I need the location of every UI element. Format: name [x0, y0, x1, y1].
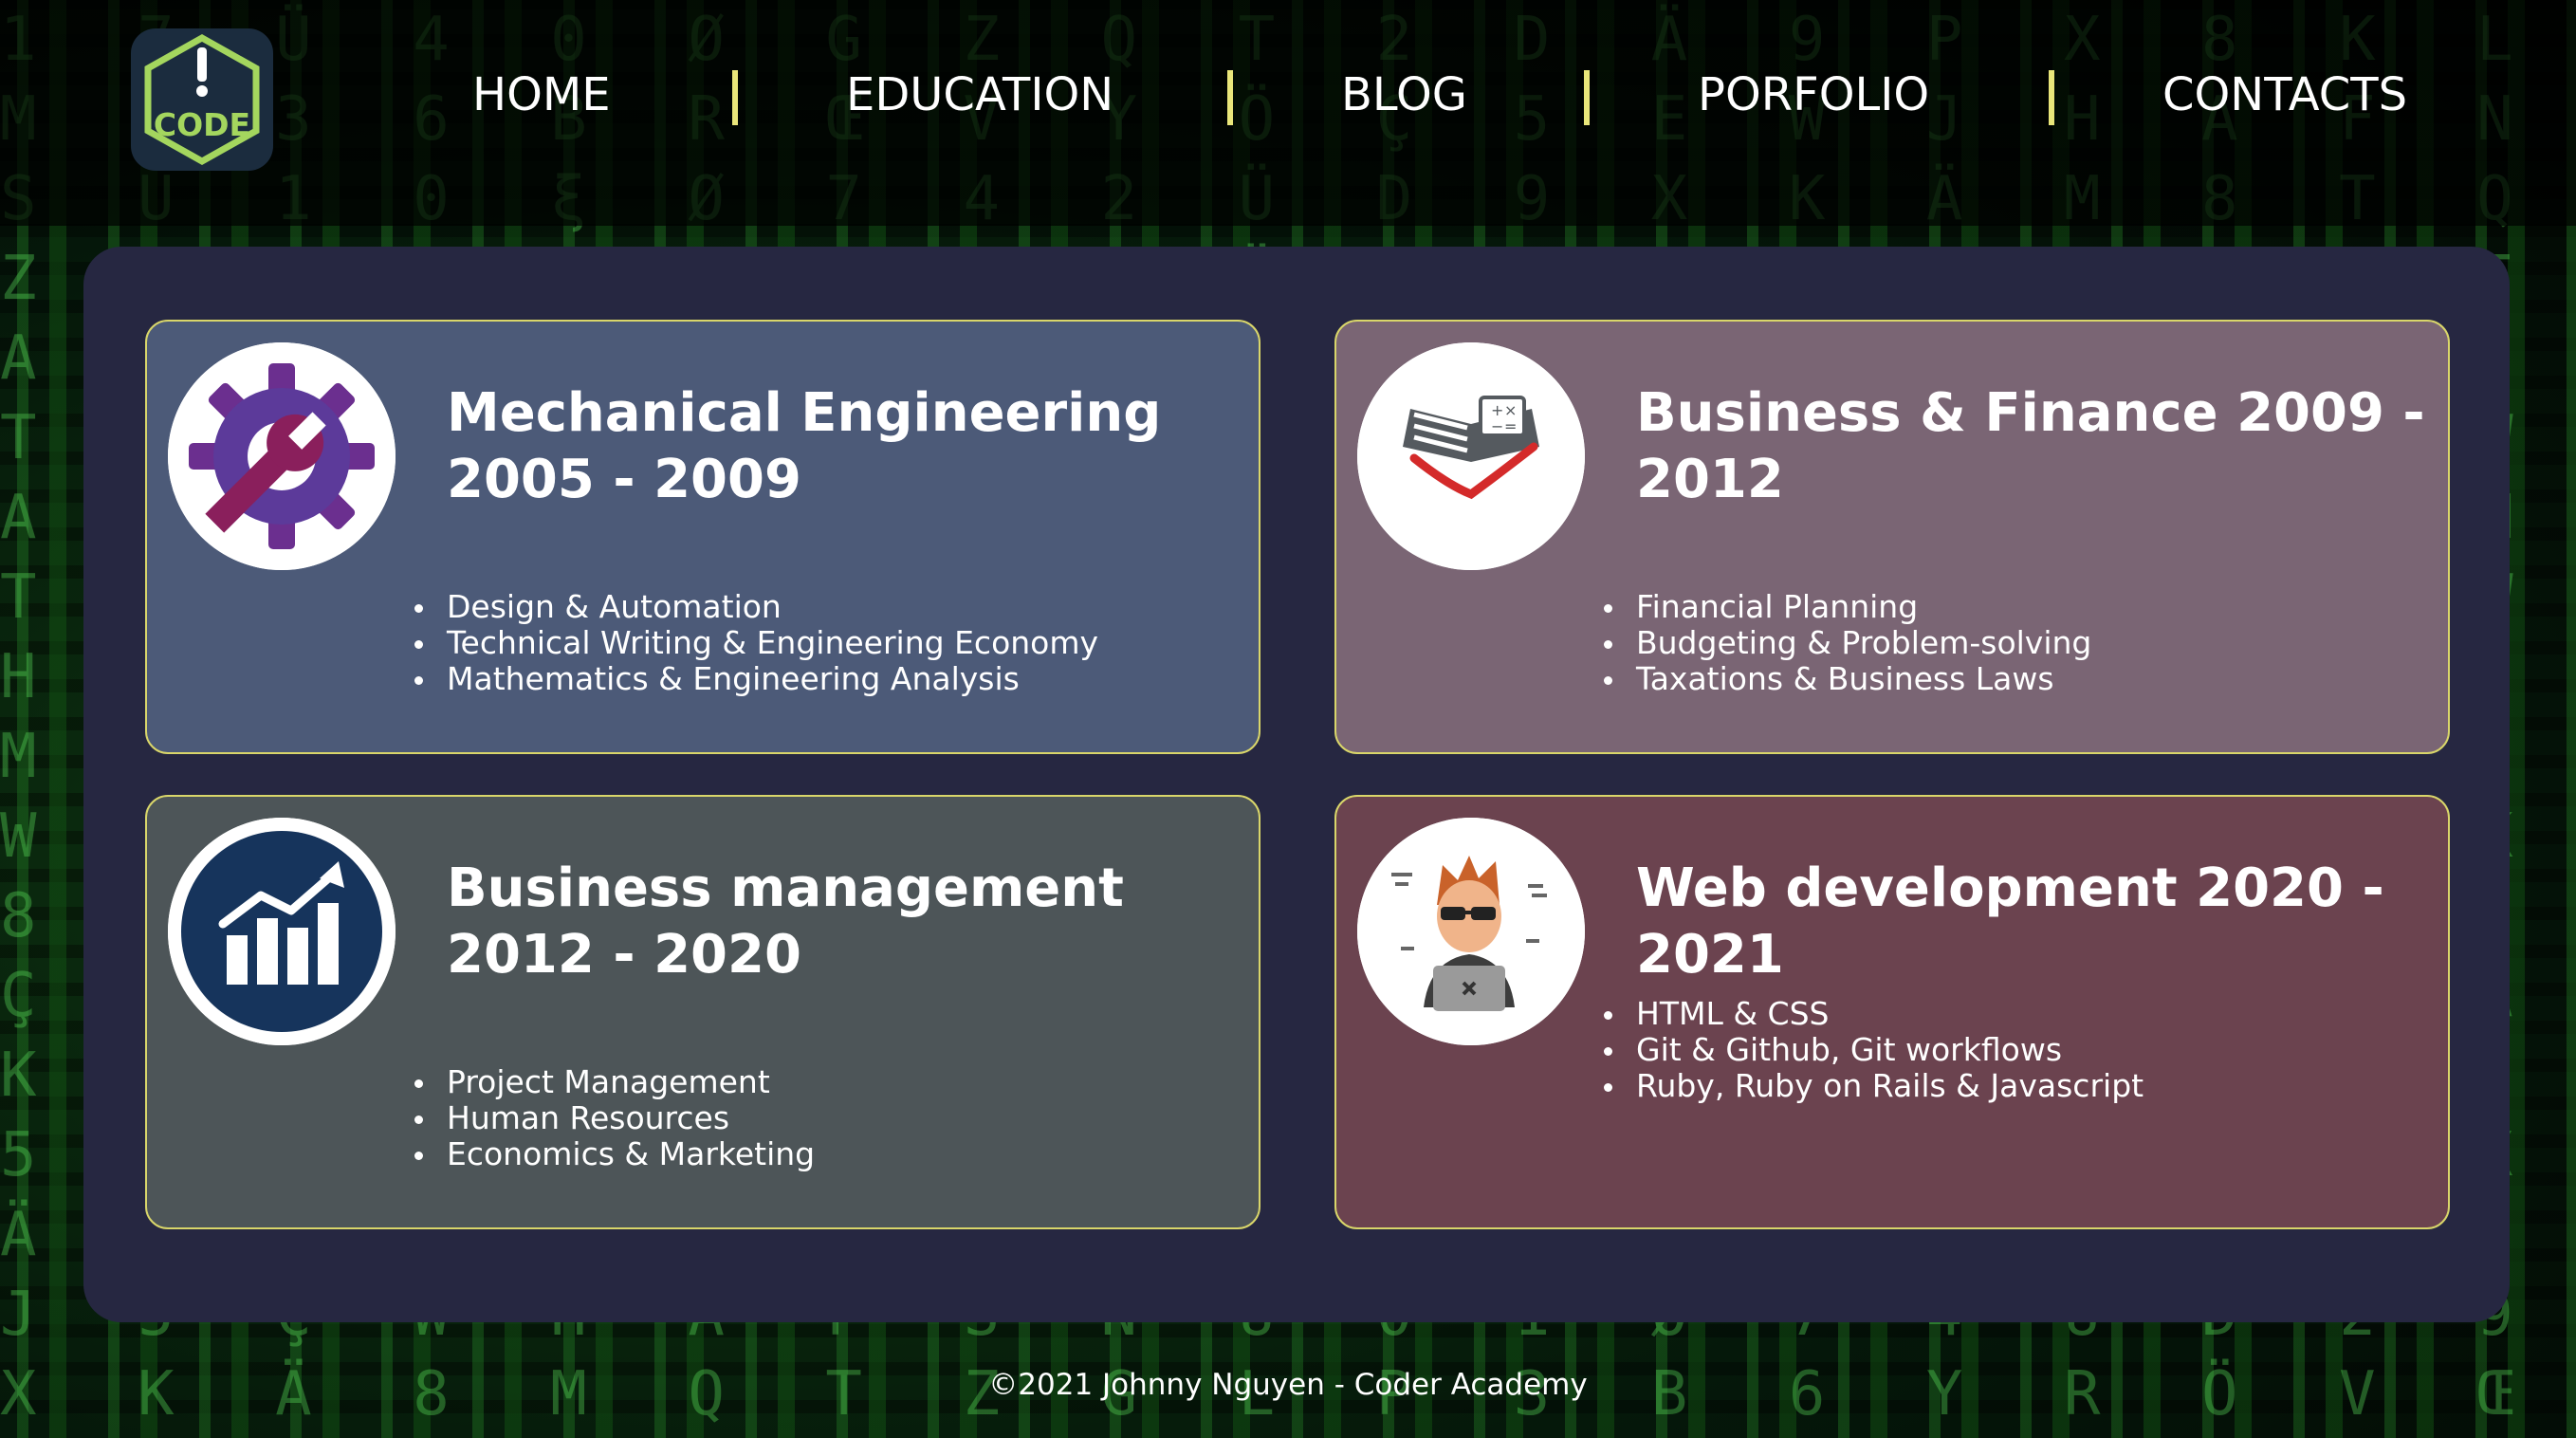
list-item: Economics & Marketing	[414, 1135, 816, 1172]
education-card-finance: + × − = Business & Finance 2009 - 2012 F…	[1334, 320, 2450, 754]
card-title: Business & Finance 2009 - 2012	[1636, 382, 2425, 510]
site-header: CODE HOME EDUCATION BLOG PORFOLIO CONTAC…	[0, 0, 2576, 226]
list-item: HTML & CSS	[1603, 996, 2144, 1032]
education-card-management: Business management 2012 - 2020 Project …	[145, 795, 1260, 1229]
list-item: Taxations & Business Laws	[1603, 661, 2091, 697]
list-item: Git & Github, Git workflows	[1603, 1032, 2144, 1068]
nav-separator	[1584, 70, 1590, 125]
nav-education[interactable]: EDUCATION	[846, 68, 1113, 121]
card-skill-list: Financial Planning Budgeting & Problem-s…	[1603, 589, 2092, 697]
nav-contacts[interactable]: CONTACTS	[2162, 68, 2407, 121]
card-skill-list: HTML & CSS Git & Github, Git workflows R…	[1603, 996, 2144, 1104]
nav-blog[interactable]: BLOG	[1341, 68, 1467, 121]
svg-text:−: −	[1491, 417, 1503, 435]
list-item: Project Management	[414, 1064, 815, 1100]
nav-separator	[2049, 70, 2054, 125]
card-title: Web development 2020 - 2021	[1636, 857, 2384, 986]
footer-copyright: ©2021 Johnny Nguyen - Coder Academy	[988, 1368, 1588, 1402]
gear-wrench-icon	[168, 342, 396, 570]
finance-book-icon: + × − =	[1357, 342, 1585, 570]
svg-text:=: =	[1504, 417, 1517, 435]
list-item: Human Resources	[414, 1100, 815, 1136]
education-card-mechanical: Mechanical Engineering 2005 - 2009 Desig…	[145, 320, 1260, 754]
card-skill-list: Design & Automation Technical Writing & …	[414, 589, 1099, 697]
nav-portfolio[interactable]: PORFOLIO	[1698, 68, 1929, 121]
card-title: Mechanical Engineering 2005 - 2009	[447, 382, 1162, 510]
list-item: Mathematics & Engineering Analysis	[414, 661, 1098, 697]
list-item: Budgeting & Problem-solving	[1603, 624, 2092, 661]
list-item: Design & Automation	[414, 589, 1098, 625]
nav-separator	[732, 70, 738, 125]
education-card-webdev: Web development 2020 - 2021 HTML & CSS G…	[1334, 795, 2450, 1229]
growth-chart-icon	[168, 818, 396, 1045]
education-panel: Mechanical Engineering 2005 - 2009 Desig…	[83, 247, 2510, 1322]
list-item: Technical Writing & Engineering Economy	[414, 624, 1099, 661]
list-item: Financial Planning	[1603, 589, 2091, 625]
main-nav: HOME EDUCATION BLOG PORFOLIO CONTACTS	[0, 0, 2576, 199]
nav-separator	[1227, 70, 1233, 125]
list-item: Ruby, Ruby on Rails & Javascript	[1603, 1067, 2144, 1104]
card-skill-list: Project Management Human Resources Econo…	[414, 1064, 816, 1172]
developer-avatar-icon	[1357, 818, 1585, 1045]
card-title: Business management 2012 - 2020	[447, 857, 1124, 986]
nav-home[interactable]: HOME	[472, 68, 611, 121]
